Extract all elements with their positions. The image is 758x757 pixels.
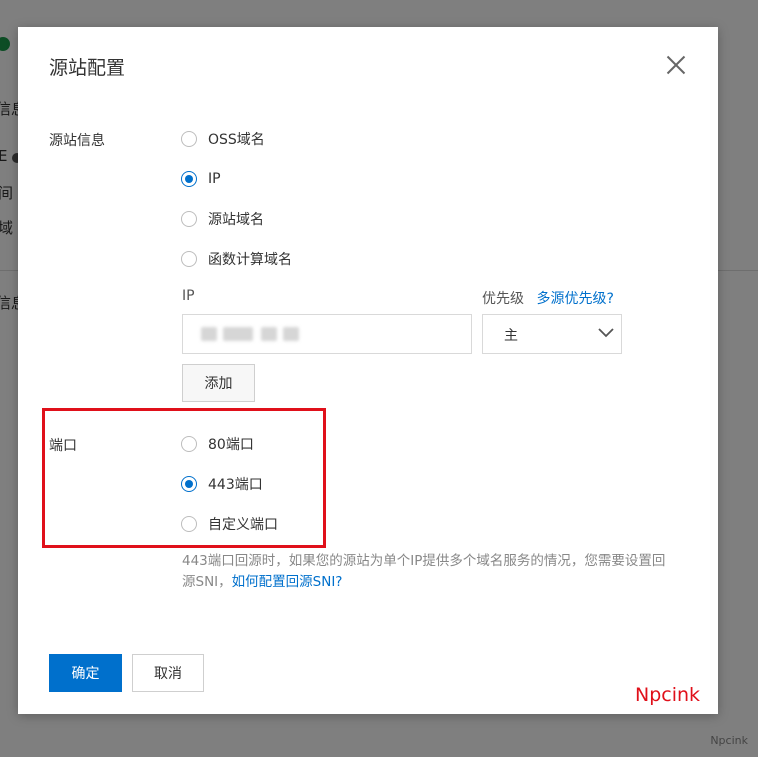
priority-label: 优先级 多源优先级? [482, 288, 614, 308]
radio-label: 函数计算域名 [208, 252, 292, 268]
multi-origin-priority-link[interactable]: 多源优先级? [536, 291, 613, 307]
radio-label: 80端口 [208, 437, 254, 453]
port-label: 端口 [49, 438, 77, 454]
radio-origin-domain[interactable]: 源站域名 [181, 208, 264, 230]
radio-label: OSS域名 [208, 132, 265, 148]
priority-label-text: 优先级 [482, 291, 524, 307]
radio-circle-icon [181, 211, 197, 227]
sni-hint: 443端口回源时，如果您的源站为单个IP提供多个域名服务的情况，您需要设置回源S… [182, 551, 672, 593]
radio-port-80[interactable]: 80端口 [181, 433, 254, 455]
radio-circle-icon [181, 436, 197, 452]
chevron-down-icon [598, 328, 614, 338]
ok-button[interactable]: 确定 [49, 654, 122, 692]
corner-watermark: Npcink [710, 734, 748, 747]
priority-selected-value: 主 [504, 328, 518, 344]
redacted-text [223, 327, 253, 341]
close-icon[interactable] [662, 51, 690, 79]
radio-port-custom[interactable]: 自定义端口 [181, 513, 278, 535]
priority-select[interactable]: 主 [482, 314, 622, 354]
radio-circle-icon [181, 516, 197, 532]
sni-config-link[interactable]: 如何配置回源SNI? [232, 574, 343, 590]
radio-label: IP [208, 171, 221, 187]
radio-oss-domain[interactable]: OSS域名 [181, 128, 265, 150]
radio-ip[interactable]: IP [181, 168, 221, 190]
radio-function-compute-domain[interactable]: 函数计算域名 [181, 248, 292, 270]
radio-checked-icon [181, 476, 197, 492]
radio-circle-icon [181, 251, 197, 267]
radio-port-443[interactable]: 443端口 [181, 473, 263, 495]
ip-input[interactable] [182, 314, 472, 354]
redacted-text [261, 327, 277, 341]
radio-label: 源站域名 [208, 212, 264, 228]
origin-config-dialog: 源站配置 源站信息 OSS域名 IP 源站域名 函数计算域名 IP 优先级 多源… [18, 27, 718, 714]
redacted-text [201, 327, 217, 341]
redacted-text [283, 327, 299, 341]
dialog-title: 源站配置 [49, 57, 126, 79]
watermark-text: Npcink [635, 684, 701, 706]
origin-info-label: 源站信息 [49, 133, 105, 149]
cancel-button[interactable]: 取消 [132, 654, 204, 692]
add-button[interactable]: 添加 [182, 364, 255, 402]
radio-circle-icon [181, 131, 197, 147]
radio-label: 自定义端口 [208, 517, 278, 533]
ip-label: IP [182, 288, 195, 304]
radio-label: 443端口 [208, 477, 263, 493]
radio-checked-icon [181, 171, 197, 187]
